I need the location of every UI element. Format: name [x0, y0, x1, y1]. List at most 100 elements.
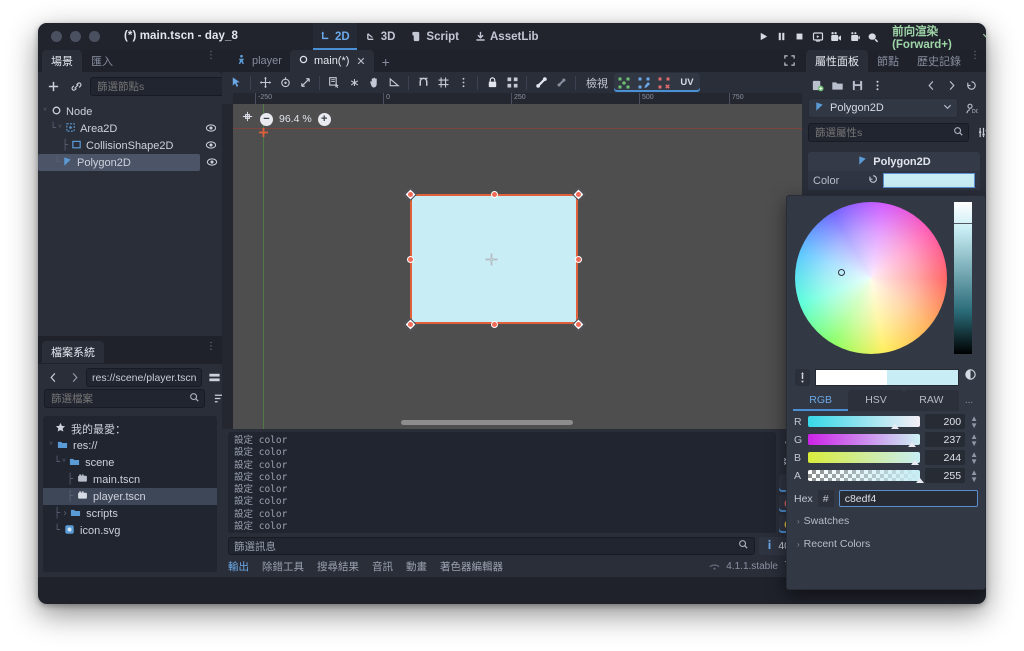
fs-item-favorites[interactable]: 我的最愛：: [43, 420, 217, 437]
minimize-window-button[interactable]: [70, 31, 81, 42]
status-tab-output[interactable]: 輸出: [228, 559, 249, 574]
resource-menu-button[interactable]: [868, 76, 886, 94]
zoom-in-button[interactable]: +: [317, 112, 331, 126]
fs-item-main-tscn[interactable]: ├ main.tscn: [43, 471, 217, 488]
channel-value-b[interactable]: 244: [925, 450, 966, 465]
expander-icon[interactable]: ᵛ: [48, 440, 54, 451]
move-mode-tool[interactable]: [255, 73, 275, 92]
new-resource-button[interactable]: [808, 76, 826, 94]
close-icon[interactable]: ✕: [356, 55, 365, 68]
save-resource-button[interactable]: [848, 76, 866, 94]
ruler-mode-tool[interactable]: [384, 73, 404, 92]
group-tool[interactable]: [502, 73, 522, 92]
tab-node[interactable]: 節點: [868, 50, 908, 72]
channel-spinner-b[interactable]: ▲ ▼: [970, 450, 978, 465]
tree-item-polygon2d[interactable]: └ Polygon2D: [38, 154, 218, 171]
delete-points-mode[interactable]: [654, 73, 674, 92]
tab-script[interactable]: Script: [404, 23, 466, 50]
tree-item-node[interactable]: ᵛ Node: [38, 103, 222, 120]
channel-knob[interactable]: [911, 460, 920, 465]
tab-scene[interactable]: 場景: [42, 50, 82, 72]
tab-filesystem[interactable]: 檔案系統: [42, 341, 104, 363]
output-log[interactable]: 設定 color 設定 color 設定 color 設定 color 設定 c…: [228, 432, 776, 533]
current-path-field[interactable]: res://scene/player.tscn: [86, 368, 203, 387]
rotate-mode-tool[interactable]: [275, 73, 295, 92]
play-scene-button[interactable]: [809, 26, 827, 48]
select-mode-tool[interactable]: [226, 73, 246, 92]
channel-slider-g[interactable]: [808, 434, 921, 447]
history-menu-button[interactable]: [962, 76, 980, 94]
channel-slider-b[interactable]: [808, 452, 921, 465]
channel-value-a[interactable]: 255: [925, 468, 966, 483]
fs-item-scene-folder[interactable]: └ ᵛ scene: [43, 454, 217, 471]
revert-icon[interactable]: [867, 172, 879, 190]
pipette-icon[interactable]: [795, 368, 810, 386]
polygon-point-marker[interactable]: [407, 321, 414, 328]
expander-icon[interactable]: ᵛ: [42, 106, 48, 117]
tree-item-collisionshape2d[interactable]: ├ CollisionShape2D: [38, 137, 222, 154]
play-button[interactable]: [754, 26, 772, 48]
inspector-section-header[interactable]: Polygon2D: [808, 152, 980, 171]
expander-icon[interactable]: ᵛ: [57, 123, 63, 134]
channel-spinner-g[interactable]: ▲ ▼: [970, 432, 978, 447]
ruler-pivot-tool[interactable]: [344, 73, 364, 92]
polygon-point-marker[interactable]: [407, 191, 414, 198]
tab-import[interactable]: 匯入: [82, 50, 122, 72]
movie-record-button[interactable]: [827, 26, 845, 48]
channel-value-g[interactable]: 237: [925, 432, 966, 447]
remote-debug-button[interactable]: [864, 26, 882, 48]
editor-tab-player[interactable]: player: [228, 50, 290, 72]
color-wheel[interactable]: [795, 202, 947, 354]
expand-viewport-button[interactable]: [783, 54, 796, 72]
visibility-toggle-icon[interactable]: [205, 139, 217, 154]
skeleton-options-tool[interactable]: [551, 73, 571, 92]
value-slider-cursor[interactable]: [954, 223, 972, 224]
tab-history[interactable]: 歷史記錄: [908, 50, 970, 72]
value-slider[interactable]: [954, 202, 972, 354]
filter-options-button[interactable]: [974, 124, 986, 142]
add-node-button[interactable]: [44, 78, 62, 96]
visibility-toggle-icon[interactable]: [206, 156, 218, 171]
center-view-icon[interactable]: [241, 110, 254, 128]
preview-toggle-icon[interactable]: [964, 368, 977, 386]
status-tab-debugger[interactable]: 除錯工具: [262, 559, 304, 574]
stop-button[interactable]: [791, 26, 809, 48]
tab-2d[interactable]: 2D: [313, 23, 357, 50]
edit-points-mode[interactable]: [634, 73, 654, 92]
search-icon[interactable]: [738, 539, 749, 553]
history-forward-button[interactable]: [942, 76, 960, 94]
lock-tool[interactable]: [482, 73, 502, 92]
pan-mode-tool[interactable]: [364, 73, 384, 92]
channel-knob[interactable]: [907, 442, 916, 447]
property-filter-box[interactable]: [808, 123, 969, 142]
polygon-point-marker[interactable]: [575, 321, 582, 328]
list-select-tool[interactable]: [324, 73, 344, 92]
scale-mode-tool[interactable]: [295, 73, 315, 92]
inspector-panel-menu-icon[interactable]: ⋮: [970, 51, 980, 61]
snap-mode-tool[interactable]: [413, 73, 433, 92]
inspected-object-selector[interactable]: Polygon2D: [808, 98, 958, 118]
tab-assetlib[interactable]: AssetLib: [468, 23, 546, 50]
property-filter-input[interactable]: [815, 126, 950, 139]
scene-filter-input[interactable]: [97, 80, 232, 93]
polygon-edge-midpoint[interactable]: [407, 256, 414, 263]
play-custom-button[interactable]: [845, 26, 863, 48]
status-tab-search-results[interactable]: 搜尋結果: [317, 559, 359, 574]
load-resource-button[interactable]: [828, 76, 846, 94]
nav-back-button[interactable]: [44, 369, 62, 387]
close-window-button[interactable]: [51, 31, 62, 42]
file-filter-input[interactable]: [51, 392, 186, 405]
2d-canvas-viewport[interactable]: − 96.4 % +: [222, 104, 802, 429]
tab-3d[interactable]: 3D: [359, 23, 403, 50]
polygon-edge-midpoint[interactable]: [491, 191, 498, 198]
expander-icon[interactable]: ›: [62, 508, 68, 519]
fs-item-player-tscn[interactable]: ├ player.tscn: [43, 488, 217, 505]
instantiate-child-scene-button[interactable]: [67, 78, 85, 96]
snap-options-menu[interactable]: [453, 73, 473, 92]
tree-item-area2d[interactable]: └ ᵛ Area2D: [38, 120, 222, 137]
editor-tab-main[interactable]: main(*) ✕: [289, 50, 374, 72]
open-docs-button[interactable]: DOC: [962, 99, 980, 117]
swatches-section[interactable]: › Swatches: [787, 507, 985, 527]
create-points-mode[interactable]: [614, 73, 634, 92]
fs-item-scripts-folder[interactable]: ├ › scripts: [43, 505, 217, 522]
